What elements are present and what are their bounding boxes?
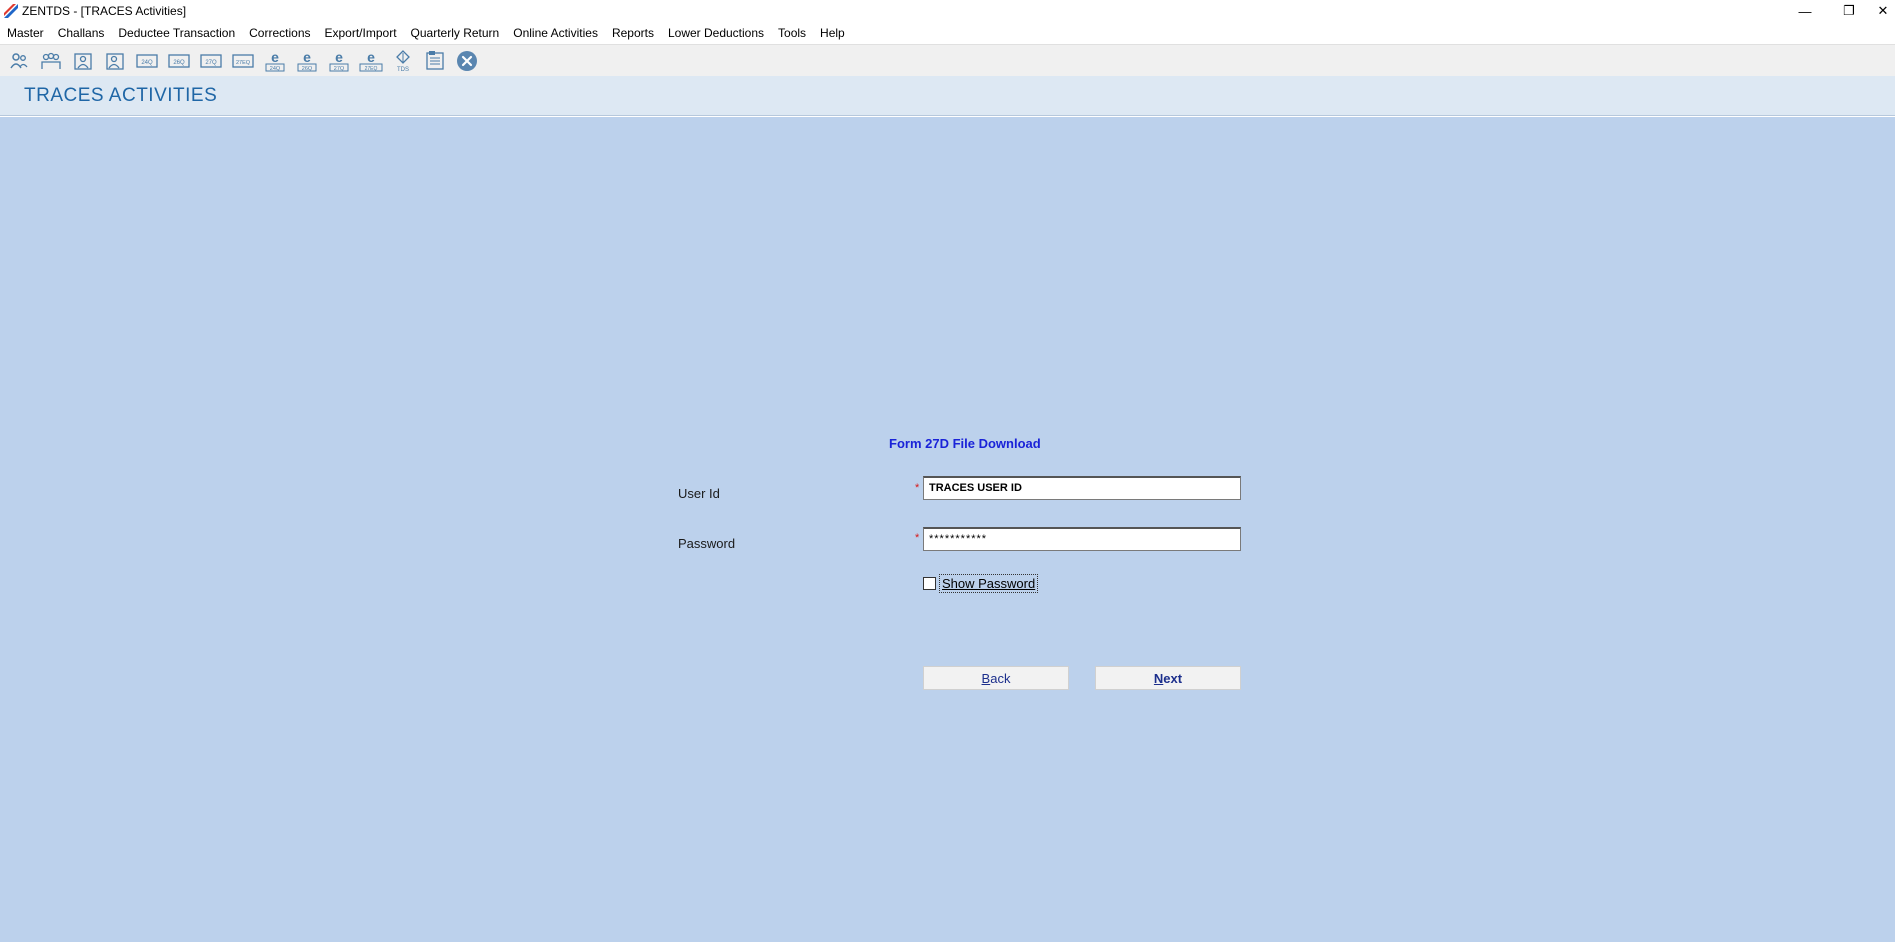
employee-alt-icon[interactable] [101, 47, 129, 75]
form-27eq-icon[interactable]: 27EQ [229, 47, 257, 75]
title-bar: ZENTDS - [TRACES Activities] — ❐ ✕ [0, 0, 1895, 22]
password-input[interactable]: *********** [923, 527, 1241, 551]
menu-bar: Master Challans Deductee Transaction Cor… [0, 22, 1895, 44]
svg-text:e: e [271, 49, 279, 65]
app-logo-icon [4, 4, 18, 18]
form-27q-icon[interactable]: 27Q [197, 47, 225, 75]
menu-online-activities[interactable]: Online Activities [513, 26, 598, 40]
window-title: ZENTDS - [TRACES Activities] [22, 4, 187, 18]
next-label: ext [1163, 670, 1183, 686]
svg-text:e: e [367, 49, 375, 65]
tds-icon[interactable]: TDS [389, 47, 417, 75]
restore-button[interactable]: ❐ [1827, 0, 1871, 22]
svg-text:26Q: 26Q [173, 60, 185, 66]
e-27q-icon[interactable]: e 27Q [325, 47, 353, 75]
report-icon[interactable] [421, 47, 449, 75]
next-button[interactable]: Next [1095, 666, 1241, 690]
user-id-label: User Id [678, 486, 720, 501]
next-mnemonic: N [1153, 670, 1164, 686]
svg-text:27EQ: 27EQ [236, 60, 251, 66]
deductees-icon[interactable] [37, 47, 65, 75]
svg-text:24Q: 24Q [141, 60, 153, 66]
menu-reports[interactable]: Reports [612, 26, 654, 40]
close-circle-icon[interactable] [453, 47, 481, 75]
main-panel: Form 27D File Download User Id * TRACES … [0, 117, 1895, 942]
svg-text:27Q: 27Q [334, 66, 345, 72]
form-title: Form 27D File Download [889, 436, 1041, 451]
menu-lower-deductions[interactable]: Lower Deductions [668, 26, 764, 40]
svg-text:TDS: TDS [397, 67, 409, 73]
form-26q-icon[interactable]: 26Q [165, 47, 193, 75]
svg-text:27EQ: 27EQ [365, 66, 378, 72]
menu-quarterly-return[interactable]: Quarterly Return [411, 26, 500, 40]
user-id-input[interactable]: TRACES USER ID [923, 476, 1241, 500]
show-password-checkbox[interactable] [923, 577, 936, 590]
minimize-button[interactable]: — [1783, 0, 1827, 22]
back-label: ack [990, 670, 1011, 686]
svg-text:27Q: 27Q [205, 60, 217, 66]
menu-tools[interactable]: Tools [778, 26, 806, 40]
menu-master[interactable]: Master [7, 26, 44, 40]
page-title: TRACES ACTIVITIES [24, 85, 218, 106]
form-24q-icon[interactable]: 24Q [133, 47, 161, 75]
required-marker: * [915, 482, 920, 494]
e-27eq-icon[interactable]: e 27EQ [357, 47, 385, 75]
e-26q-icon[interactable]: e 26Q [293, 47, 321, 75]
e-24q-icon[interactable]: e 24Q [261, 47, 289, 75]
close-button[interactable]: ✕ [1871, 0, 1895, 22]
employee-icon[interactable] [69, 47, 97, 75]
menu-help[interactable]: Help [820, 26, 845, 40]
show-password-label[interactable]: Show Password [939, 574, 1039, 593]
back-button[interactable]: Back [923, 666, 1069, 690]
password-label: Password [678, 536, 736, 551]
page-header: TRACES ACTIVITIES [0, 76, 1895, 116]
menu-export-import[interactable]: Export/Import [325, 26, 397, 40]
svg-text:e: e [335, 49, 343, 65]
back-mnemonic: B [981, 670, 991, 686]
required-marker: * [915, 532, 920, 544]
svg-text:26Q: 26Q [302, 66, 313, 72]
svg-text:24Q: 24Q [270, 66, 281, 72]
menu-corrections[interactable]: Corrections [249, 26, 310, 40]
menu-deductee-transaction[interactable]: Deductee Transaction [118, 26, 235, 40]
svg-text:e: e [303, 49, 311, 65]
menu-challans[interactable]: Challans [58, 26, 105, 40]
toolbar: 24Q 26Q 27Q 27EQ e 24Q e 26Q e 27Q e 27EQ TD… [0, 44, 1895, 76]
deductor-icon[interactable] [5, 47, 33, 75]
